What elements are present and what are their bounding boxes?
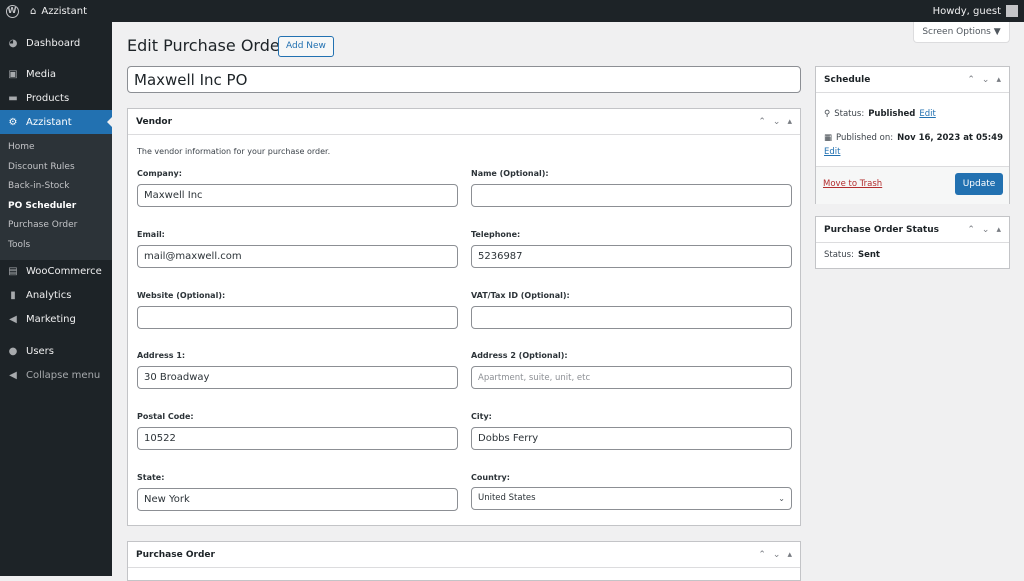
postal-code-field: Postal Code:	[137, 412, 458, 450]
email-input[interactable]	[137, 245, 458, 268]
city-input[interactable]	[471, 427, 792, 450]
website-input[interactable]	[137, 306, 458, 329]
analytics-icon: ▮	[10, 290, 16, 302]
avatar	[1006, 5, 1018, 17]
move-down-icon[interactable]: ⌄	[982, 75, 990, 85]
submenu-purchase-order[interactable]: Purchase Order	[0, 216, 112, 236]
move-down-icon[interactable]: ⌄	[982, 225, 990, 235]
screen-options-button[interactable]: Screen Options ▼	[913, 22, 1010, 43]
status-row: ⚲ Status: Published Edit	[824, 109, 936, 119]
name-input[interactable]	[471, 184, 792, 207]
submenu-discount-rules[interactable]: Discount Rules	[0, 158, 112, 178]
chevron-down-icon: ⌄	[778, 494, 785, 503]
collapse-menu-button[interactable]: ◀ Collapse menu	[0, 364, 112, 388]
toggle-panel-icon[interactable]: ▴	[996, 75, 1001, 85]
user-icon: ●	[8, 346, 18, 358]
submenu-back-in-stock[interactable]: Back-in-Stock	[0, 177, 112, 197]
sidebar-item-azzistant[interactable]: ⚙ Azzistant	[0, 110, 112, 134]
move-up-icon[interactable]: ⌃	[758, 117, 766, 127]
add-new-button[interactable]: Add New	[278, 36, 334, 57]
sidebar-item-media[interactable]: ▣ Media	[0, 62, 112, 86]
toggle-panel-icon[interactable]: ▴	[787, 117, 792, 127]
po-status-title: Purchase Order Status	[824, 224, 939, 235]
edit-date-link[interactable]: Edit	[824, 147, 840, 157]
address1-field: Address 1:	[137, 351, 458, 389]
move-to-trash-link[interactable]: Move to Trash	[823, 179, 882, 189]
woo-icon: ▤	[8, 266, 18, 278]
collapse-icon: ◀	[9, 370, 17, 382]
sidebar-item-woocommerce[interactable]: ▤ WooCommerce	[0, 260, 112, 284]
purchase-order-title: Purchase Order	[136, 549, 215, 560]
toggle-panel-icon[interactable]: ▴	[787, 550, 792, 560]
update-button[interactable]: Update	[955, 173, 1003, 195]
page-title: Edit Purchase Order	[127, 36, 287, 55]
move-up-icon[interactable]: ⌃	[967, 225, 975, 235]
vendor-title: Vendor	[136, 116, 173, 127]
sidebar-item-products[interactable]: ▬ Products	[0, 86, 112, 110]
sidebar-item-analytics[interactable]: ▮ Analytics	[0, 284, 112, 308]
country-field: Country: United States ⌄	[471, 473, 792, 510]
move-down-icon[interactable]: ⌄	[773, 550, 781, 560]
move-down-icon[interactable]: ⌄	[773, 117, 781, 127]
submenu: Home Discount Rules Back-in-Stock PO Sch…	[0, 134, 112, 260]
published-row: ▦ Published on: Nov 16, 2023 at 05:49	[824, 133, 1004, 143]
name-field: Name (Optional):	[471, 169, 792, 207]
city-field: City:	[471, 412, 792, 450]
vat-field: VAT/Tax ID (Optional):	[471, 291, 792, 329]
state-input[interactable]	[137, 488, 458, 511]
submenu-home[interactable]: Home	[0, 138, 112, 158]
vendor-metabox: Vendor ⌃ ⌄ ▴ The vendor information for you…	[127, 108, 801, 526]
dashboard-icon: ◕	[8, 37, 18, 49]
telephone-field: Telephone:	[471, 230, 792, 268]
megaphone-icon: ◀	[9, 314, 17, 326]
gear-icon: ⚙	[8, 116, 18, 128]
admin-sidebar: ◕ Dashboard ▣ Media ▬ Products ⚙ Azzistant H…	[0, 22, 112, 576]
calendar-icon: ▦	[824, 133, 833, 143]
telephone-input[interactable]	[471, 245, 792, 268]
postal-code-input[interactable]	[137, 427, 458, 450]
sidebar-item-users[interactable]: ● Users	[0, 340, 112, 364]
state-field: State:	[137, 473, 458, 511]
account-menu[interactable]: Howdy, guest	[933, 5, 1024, 17]
site-name-link[interactable]: ⌂ Azzistant	[30, 6, 87, 17]
post-title-input[interactable]	[127, 66, 801, 93]
sidebar-item-marketing[interactable]: ◀ Marketing	[0, 308, 112, 332]
edit-status-link[interactable]: Edit	[919, 109, 935, 119]
sidebar-item-dashboard[interactable]: ◕ Dashboard	[0, 31, 112, 55]
purchase-order-metabox: Purchase Order ⌃ ⌄ ▴	[127, 541, 801, 581]
vendor-description: The vendor information for your purchase…	[137, 147, 331, 156]
schedule-actions: Move to Trash Update	[816, 166, 1009, 204]
email-field: Email:	[137, 230, 458, 268]
submenu-tools[interactable]: Tools	[0, 236, 112, 256]
country-select[interactable]: United States ⌄	[471, 487, 792, 510]
address2-field: Address 2 (Optional):	[471, 351, 792, 389]
move-up-icon[interactable]: ⌃	[758, 550, 766, 560]
schedule-title: Schedule	[824, 74, 871, 85]
po-status-metabox: Purchase Order Status ⌃ ⌄ ▴ Status: Sent	[815, 216, 1010, 269]
home-icon: ⌂	[30, 5, 37, 17]
website-field: Website (Optional):	[137, 291, 458, 329]
toggle-panel-icon[interactable]: ▴	[996, 225, 1001, 235]
company-field: Company:	[137, 169, 458, 207]
wordpress-logo-icon[interactable]: W	[0, 0, 24, 22]
address1-input[interactable]	[137, 366, 458, 389]
schedule-metabox: Schedule ⌃ ⌄ ▴ ⚲ Status: Published Edit ▦ Publi…	[815, 66, 1010, 204]
products-icon: ▬	[8, 92, 18, 104]
po-status-row: Status: Sent	[824, 250, 880, 260]
pin-icon: ⚲	[824, 109, 831, 119]
media-icon: ▣	[8, 68, 18, 80]
submenu-po-scheduler[interactable]: PO Scheduler	[0, 197, 112, 217]
company-input[interactable]	[137, 184, 458, 207]
address2-input[interactable]	[471, 366, 792, 389]
vat-input[interactable]	[471, 306, 792, 329]
move-up-icon[interactable]: ⌃	[967, 75, 975, 85]
admin-bar: W ⌂ Azzistant Howdy, guest	[0, 0, 1024, 22]
